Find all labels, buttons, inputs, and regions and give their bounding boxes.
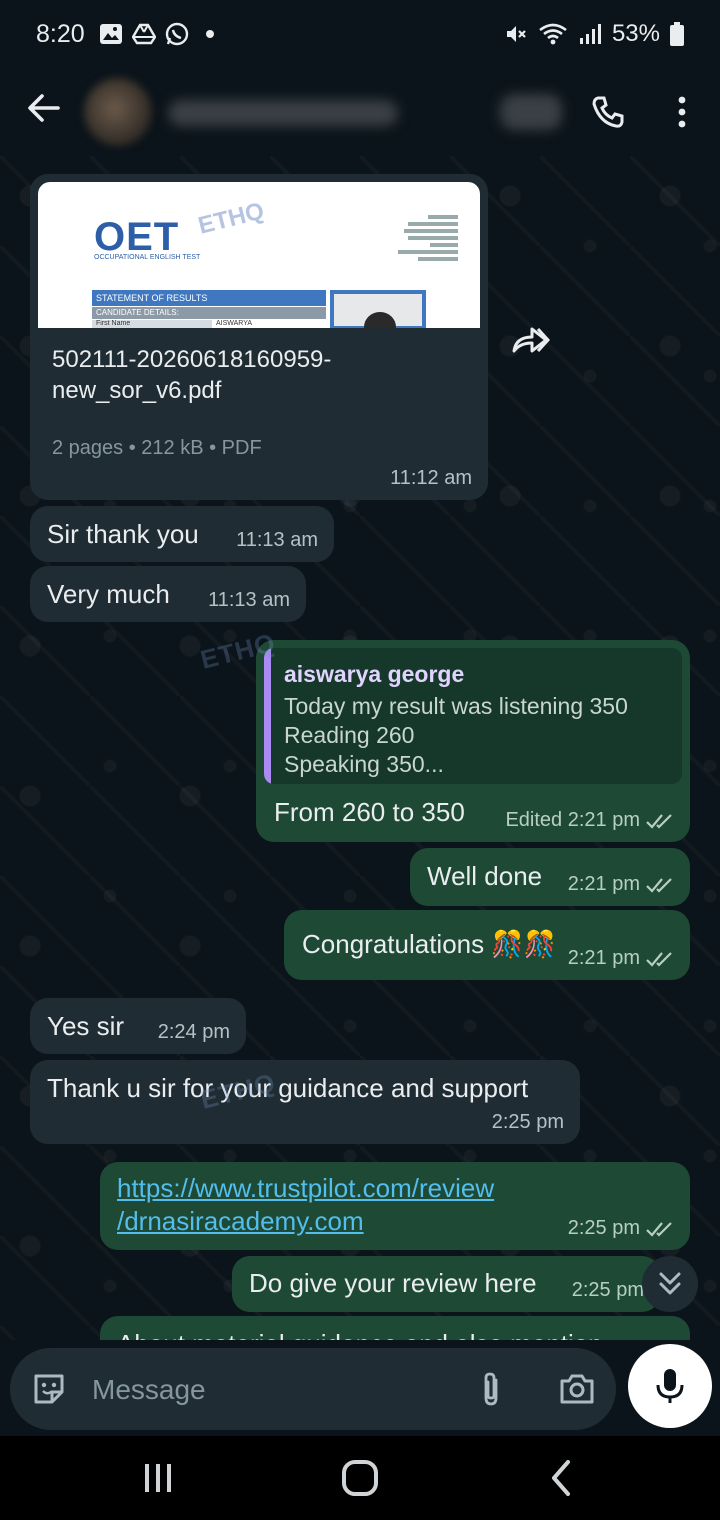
oet-logo-sub: OCCUPATIONAL ENGLISH TEST <box>94 254 201 261</box>
notification-dot-icon <box>205 30 214 38</box>
message-time: 2:21 pm <box>568 872 674 897</box>
contact-avatar[interactable] <box>84 78 152 146</box>
message-time: 11:13 am <box>208 589 290 611</box>
message-bubble[interactable]: Yes sir 2:24 pm <box>30 998 246 1054</box>
message-time: 2:25 pm <box>568 1216 674 1241</box>
message-time: Edited 2:21 pm <box>505 808 674 833</box>
mute-icon <box>506 26 526 42</box>
document-file-info: 2 pages • 212 kB • PDF <box>52 437 262 459</box>
message-placeholder: Message <box>92 1374 206 1405</box>
candidate-photo <box>330 290 426 328</box>
wifi-icon <box>539 23 567 45</box>
message-bubble[interactable]: Do give your review here 2:25 pm <box>232 1256 660 1312</box>
quoted-text: Today my result was listening 350 Readin… <box>284 693 628 777</box>
message-text: Thank u sir for your guidance and suppor… <box>47 1073 529 1103</box>
recent-apps-icon[interactable] <box>136 1456 180 1500</box>
statement-header: STATEMENT OF RESULTS <box>92 290 326 306</box>
more-vert-icon <box>678 96 686 128</box>
message-input[interactable]: Message <box>10 1348 616 1430</box>
chevrons-down-icon <box>659 1272 681 1295</box>
message-bubble[interactable]: Sir thank you 11:13 am <box>30 506 334 562</box>
message-bubble[interactable]: Very much 11:13 am <box>30 566 306 622</box>
quoted-author: aiswarya george <box>284 661 465 687</box>
message-text: Yes sir <box>47 1011 125 1041</box>
drive-icon <box>131 23 156 45</box>
phone-icon <box>592 96 624 128</box>
message-time: 2:25 pm <box>571 1279 644 1301</box>
contact-name[interactable] <box>168 100 398 126</box>
forward-icon[interactable] <box>510 321 550 357</box>
menu-button[interactable] <box>658 88 706 136</box>
message-bubble[interactable]: Thank u sir for your guidance and suppor… <box>30 1060 580 1144</box>
message-bubble[interactable]: About material guidance and also mention <box>100 1316 690 1340</box>
back-nav-icon[interactable] <box>540 1456 584 1500</box>
double-check-icon <box>646 813 672 829</box>
quoted-message[interactable]: aiswarya george Today my result was list… <box>264 648 682 784</box>
double-check-icon <box>646 1221 672 1237</box>
message-text: Sir thank you <box>47 519 199 549</box>
system-nav-bar <box>0 1436 720 1520</box>
attach-icon[interactable] <box>472 1370 510 1408</box>
document-message[interactable]: OET OCCUPATIONAL ENGLISH TEST ETHQ STATE… <box>30 174 488 500</box>
preview-address <box>378 212 464 264</box>
input-bar: Message <box>0 1340 720 1436</box>
mic-button[interactable] <box>628 1344 712 1428</box>
home-icon[interactable] <box>338 1456 382 1500</box>
whatsapp-icon <box>165 22 188 46</box>
chat-area[interactable]: OET OCCUPATIONAL ENGLISH TEST ETHQ STATE… <box>0 156 720 1340</box>
status-bar: 8:20 53% <box>0 0 720 68</box>
chat-header <box>0 68 720 156</box>
battery-percent: 53% <box>611 20 660 47</box>
message-time: 2:21 pm <box>568 946 674 971</box>
document-preview[interactable]: OET OCCUPATIONAL ENGLISH TEST ETHQ STATE… <box>38 182 480 328</box>
link-message[interactable]: https://www.trustpilot.com/review /drnas… <box>100 1162 690 1250</box>
candidate-header: CANDIDATE DETAILS: <box>92 307 326 319</box>
call-button[interactable] <box>584 88 632 136</box>
preview-watermark: ETHQ <box>195 197 267 240</box>
first-name-value: AISWARYA <box>216 320 253 327</box>
microphone-icon <box>656 1369 684 1403</box>
message-text: From 260 to 350 <box>274 797 465 827</box>
first-name-label: First Name <box>92 320 212 328</box>
message-text: About material guidance and also mention <box>117 1328 603 1340</box>
sticker-icon[interactable] <box>30 1370 68 1408</box>
signal-icon <box>579 24 601 44</box>
message-link[interactable]: https://www.trustpilot.com/review /drnas… <box>117 1172 494 1237</box>
battery-icon <box>670 22 684 46</box>
double-check-icon <box>646 951 672 967</box>
document-file-name: 502111-20260618160959-new_sor_v6.pdf <box>52 346 332 405</box>
message-text: Congratulations 🎊🎊 <box>302 929 557 959</box>
message-time: 2:25 pm <box>491 1111 564 1133</box>
message-bubble[interactable]: Well done 2:21 pm <box>410 848 690 906</box>
camera-icon[interactable] <box>558 1370 596 1408</box>
status-time: 8:20 <box>36 19 85 48</box>
message-bubble[interactable]: Congratulations 🎊🎊 2:21 pm <box>284 910 690 980</box>
gallery-icon <box>99 24 122 44</box>
message-text: Do give your review here <box>249 1268 537 1298</box>
quote-bar <box>264 648 271 784</box>
double-check-icon <box>646 877 672 893</box>
message-time: 11:13 am <box>236 529 318 551</box>
message-time: 2:24 pm <box>157 1021 230 1043</box>
arrow-left-icon[interactable] <box>24 88 64 128</box>
reply-message[interactable]: aiswarya george Today my result was list… <box>256 640 690 842</box>
message-text: Very much <box>47 579 170 609</box>
contact-status <box>500 94 562 130</box>
scroll-down-button[interactable] <box>642 1256 698 1312</box>
message-time: 11:12 am <box>390 467 472 489</box>
message-text: Well done <box>427 861 543 891</box>
